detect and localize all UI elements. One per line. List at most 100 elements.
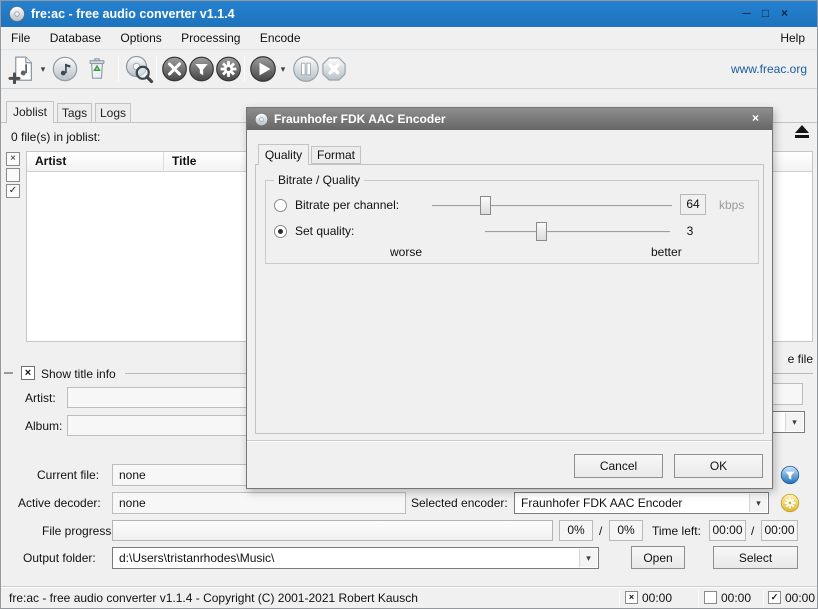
select-button[interactable]: Select	[713, 546, 798, 569]
splitter-handle[interactable]	[4, 372, 13, 374]
statusbar-divider	[763, 590, 764, 607]
cancel-button[interactable]: Cancel	[574, 454, 663, 478]
quality-value: 3	[680, 224, 700, 238]
general-settings-icon[interactable]	[161, 54, 188, 84]
file-progress-label: File progress:	[42, 524, 115, 538]
freac-window: fre:ac - free audio converter v1.1.4 ─ □…	[0, 0, 818, 609]
toolbar-separator	[156, 56, 157, 82]
selected-tracks-time: 00:00	[785, 587, 815, 609]
menubar: File Database Options Processing Encode …	[1, 27, 817, 50]
group-title: Bitrate / Quality	[274, 173, 364, 187]
chevron-down-icon[interactable]	[785, 413, 803, 431]
menu-processing[interactable]: Processing	[173, 27, 248, 49]
dialog-tab-quality[interactable]: Quality	[258, 144, 309, 165]
toolbar-separator	[118, 56, 119, 82]
selected-tracks-mark: ✓	[768, 591, 781, 604]
quality-label[interactable]: Set quality:	[295, 224, 354, 238]
show-title-info-label[interactable]: Show title info	[41, 367, 116, 381]
dialog-title: Fraunhofer FDK AAC Encoder	[274, 108, 446, 130]
app-logo-cd-icon	[8, 5, 26, 23]
total-progress-percent: 0%	[609, 520, 643, 541]
selected-encoder-combo[interactable]: Fraunhofer FDK AAC Encoder	[514, 492, 769, 514]
scale-worse-label: worse	[390, 245, 422, 259]
ok-button[interactable]: OK	[674, 454, 763, 478]
add-files-dropdown[interactable]	[38, 64, 48, 76]
menu-options[interactable]: Options	[112, 27, 169, 49]
select-all-button[interactable]: ×	[6, 152, 20, 166]
encoding-dropdown[interactable]	[278, 64, 288, 76]
all-tracks-time: 00:00	[642, 587, 672, 609]
start-encoding-icon[interactable]	[249, 54, 277, 84]
menu-file[interactable]: File	[3, 27, 38, 49]
show-title-info-checkbox[interactable]: ×	[21, 366, 35, 380]
output-folder-value: d:\Users\tristanrhodes\Music\	[119, 551, 274, 565]
menu-help[interactable]: Help	[772, 27, 813, 49]
statusbar: fre:ac - free audio converter v1.1.4 - C…	[1, 586, 817, 609]
close-button[interactable]: ×	[776, 5, 793, 22]
output-folder-label: Output folder:	[23, 551, 96, 565]
dialog-close-button[interactable]: ×	[747, 110, 764, 127]
encoder-config-dialog: Fraunhofer FDK AAC Encoder × Quality For…	[246, 107, 773, 489]
quality-slider[interactable]	[485, 231, 670, 233]
statusbar-text: fre:ac - free audio converter v1.1.4 - C…	[9, 587, 418, 609]
window-titlebar[interactable]: fre:ac - free audio converter v1.1.4 ─ □…	[1, 1, 817, 27]
signal-processing-icon[interactable]	[188, 54, 215, 84]
add-files-icon[interactable]	[7, 54, 37, 84]
album-label: Album:	[25, 419, 62, 433]
bitrate-radio[interactable]	[274, 199, 287, 212]
percent-separator: /	[599, 524, 602, 538]
title-info-separator-right	[769, 373, 813, 374]
chevron-down-icon[interactable]	[749, 494, 767, 512]
window-title: fre:ac - free audio converter v1.1.4	[31, 1, 235, 27]
dialog-titlebar[interactable]: Fraunhofer FDK AAC Encoder ×	[247, 108, 772, 130]
toolbar-separator	[244, 56, 245, 82]
artist-label: Artist:	[25, 391, 56, 405]
clear-joblist-icon[interactable]	[84, 54, 110, 84]
toolbar: www.freac.org	[1, 50, 817, 89]
encoder-settings-icon[interactable]	[780, 493, 800, 513]
eject-disc-icon[interactable]	[789, 123, 815, 145]
menu-encode[interactable]: Encode	[252, 27, 309, 49]
bitrate-value[interactable]: 64	[680, 194, 706, 215]
unselected-tracks-mark	[704, 591, 717, 604]
maximize-button[interactable]: □	[757, 5, 774, 22]
column-header-artist[interactable]: Artist	[27, 152, 164, 172]
tab-joblist[interactable]: Joblist	[6, 101, 54, 123]
open-button[interactable]: Open	[631, 546, 685, 569]
stop-encoding-icon[interactable]	[320, 54, 348, 84]
bitrate-slider[interactable]	[432, 205, 672, 207]
bitrate-quality-group	[265, 180, 759, 264]
minimize-button[interactable]: ─	[738, 5, 755, 22]
pause-encoding-icon[interactable]	[292, 54, 320, 84]
statusbar-divider	[698, 590, 699, 607]
select-none-button[interactable]	[6, 168, 20, 182]
time-left-value: 00:00	[709, 520, 746, 541]
unselected-tracks-time: 00:00	[721, 587, 751, 609]
menu-database[interactable]: Database	[42, 27, 109, 49]
website-link[interactable]: www.freac.org	[731, 62, 807, 76]
active-decoder-value: none	[112, 492, 406, 514]
tab-logs[interactable]: Logs	[95, 103, 131, 123]
configure-components-icon[interactable]	[215, 54, 242, 84]
statusbar-divider	[619, 590, 620, 607]
title-info-separator	[125, 373, 246, 374]
scale-better-label: better	[651, 245, 682, 259]
rip-cd-icon[interactable]	[124, 54, 154, 84]
total-time-value: 00:00	[761, 520, 798, 541]
playlist-icon[interactable]	[51, 54, 79, 84]
bitrate-label[interactable]: Bitrate per channel:	[295, 198, 399, 212]
time-separator: /	[751, 524, 754, 538]
quality-radio[interactable]	[274, 225, 287, 238]
selected-encoder-value: Fraunhofer FDK AAC Encoder	[521, 496, 682, 510]
joblist-count: 0 file(s) in joblist:	[11, 130, 100, 144]
output-folder-combo[interactable]: d:\Users\tristanrhodes\Music\	[112, 547, 599, 569]
chevron-down-icon[interactable]	[579, 549, 597, 567]
file-progress-bar	[112, 520, 553, 541]
tab-tags[interactable]: Tags	[57, 103, 92, 123]
dialog-tab-format[interactable]: Format	[311, 146, 361, 164]
quality-slider-thumb[interactable]	[536, 222, 547, 241]
bitrate-unit: kbps	[719, 198, 744, 212]
toggle-selection-button[interactable]: ✓	[6, 184, 20, 198]
bitrate-slider-thumb[interactable]	[480, 196, 491, 215]
file-progress-percent: 0%	[559, 520, 593, 541]
